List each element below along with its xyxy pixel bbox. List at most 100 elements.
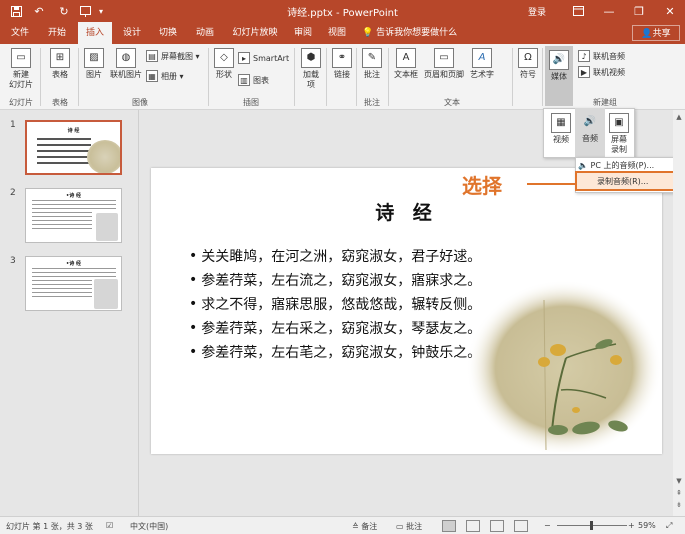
menu-item-pc-audio[interactable]: 🔈 PC 上的音频(P)... xyxy=(578,160,654,171)
ribbon-display-options-icon[interactable] xyxy=(563,0,593,22)
video-button[interactable]: ▦ 视频 xyxy=(548,113,574,145)
film-icon: ▦ xyxy=(551,113,571,133)
tab-insert[interactable]: 插入 xyxy=(78,22,112,44)
ribbon-separator xyxy=(294,48,295,106)
online-audio-button[interactable]: ♪ 联机音频 xyxy=(578,50,625,62)
comment-icon: ✎ xyxy=(362,48,382,68)
tab-home[interactable]: 开始 xyxy=(40,22,74,44)
omega-icon: Ω xyxy=(518,48,538,68)
thumbnail-title: 诗 经 xyxy=(67,128,80,134)
tell-me-text: 告诉我你想要做什么 xyxy=(376,28,458,38)
menu-item-record-audio[interactable]: 录制音频(R)... xyxy=(575,171,679,191)
thumbnail-title: •诗 经 xyxy=(66,261,81,267)
slide-thumbnail[interactable]: •诗 经 xyxy=(25,256,122,311)
zoom-slider-thumb[interactable] xyxy=(590,521,593,530)
slide-thumbnail-pane: 1 诗 经 2 •诗 经 3 •诗 经 xyxy=(0,110,139,516)
chart-button[interactable]: ▥ 图表 xyxy=(238,74,269,86)
title-bar: ↶ ↻ ▾ 诗经.pptx - PowerPoint 登录 — ❐ ✕ xyxy=(0,0,685,22)
wordart-button[interactable]: A 艺术字 xyxy=(468,48,496,80)
new-slide-button[interactable]: ▭ 新建 幻灯片 xyxy=(6,48,36,90)
zoom-out-icon[interactable]: − xyxy=(544,521,551,530)
thumbnail-painting xyxy=(87,140,120,173)
slideshow-view-icon[interactable] xyxy=(514,520,528,532)
textbox-button[interactable]: A 文本框 xyxy=(392,48,420,80)
online-audio-icon: ♪ xyxy=(578,50,590,62)
next-slide-icon[interactable]: ⇟ xyxy=(674,500,684,510)
tab-view[interactable]: 视图 xyxy=(322,22,352,44)
slide-thumbnail[interactable]: •诗 经 xyxy=(25,188,122,243)
tab-slideshow[interactable]: 幻灯片放映 xyxy=(226,22,284,44)
symbol-button[interactable]: Ω 符号 xyxy=(516,48,540,80)
picture-button[interactable]: ▨ 图片 xyxy=(82,48,106,80)
smartart-button[interactable]: ▸ SmartArt xyxy=(238,52,289,64)
scroll-down-icon[interactable]: ▼ xyxy=(674,476,684,486)
slide-canvas[interactable]: 诗 经 • 关关雎鸠，在河之洲，窈窕淑女，君子好逑。 • 参差荇菜，左右流之，窈窕淑… xyxy=(151,168,662,454)
spellcheck-icon[interactable]: ☑ xyxy=(106,521,113,530)
tab-file[interactable]: 文件 xyxy=(4,22,36,44)
thumbnail-text-line xyxy=(32,296,92,297)
online-video-button[interactable]: ▶ 联机视频 xyxy=(578,66,625,78)
comments-button[interactable]: ▭ 批注 xyxy=(396,521,422,532)
tell-me-box[interactable]: 💡 告诉我你想要做什么 xyxy=(362,22,457,44)
addins-button[interactable]: ⬢ 加载 项 xyxy=(298,48,324,90)
thumbnail-text-line xyxy=(32,216,92,217)
vertical-scrollbar[interactable]: ▲ ▼ ⇞ ⇟ xyxy=(673,110,685,516)
lightbulb-icon: 💡 xyxy=(362,28,374,38)
album-label: 相册 xyxy=(161,71,177,81)
table-button[interactable]: ⊞ 表格 xyxy=(46,48,74,80)
share-label: 共享 xyxy=(652,29,671,39)
zoom-level[interactable]: 59% xyxy=(638,521,656,530)
shapes-icon: ◇ xyxy=(214,48,234,68)
media-button[interactable]: 🔊 媒体 xyxy=(545,50,573,82)
link-label: 链接 xyxy=(334,70,350,79)
screen-record-button[interactable]: ▣ 屏幕 录制 xyxy=(606,113,632,155)
slide-thumbnail[interactable]: 诗 经 xyxy=(25,120,122,175)
close-button[interactable]: ✕ xyxy=(655,0,685,22)
restore-button[interactable]: ❐ xyxy=(624,0,654,22)
album-button[interactable]: ▦ 相册 ▾ xyxy=(146,70,184,82)
slide-counter: 幻灯片 第 1 张，共 3 张 xyxy=(6,522,93,531)
share-button[interactable]: 👤共享 xyxy=(632,25,680,41)
screen-record-label-1: 屏幕 xyxy=(611,135,627,144)
audio-button[interactable]: 🔊 音频 xyxy=(575,108,605,158)
flower-painting[interactable] xyxy=(466,280,662,452)
notes-button[interactable]: ≙ 备注 xyxy=(352,521,377,532)
header-footer-icon: ▭ xyxy=(434,48,454,68)
tab-design[interactable]: 设计 xyxy=(116,22,148,44)
table-icon: ⊞ xyxy=(50,48,70,68)
login-link[interactable]: 登录 xyxy=(528,5,546,18)
poem-line-text: 参差荇菜，左右流之，窈窕淑女，寤寐求之。 xyxy=(201,273,482,289)
speaker-icon: 🔊 xyxy=(583,116,597,127)
previous-slide-icon[interactable]: ⇞ xyxy=(674,488,684,498)
thumbnail-text-line xyxy=(37,156,91,158)
slide-title[interactable]: 诗 经 xyxy=(151,198,662,225)
album-icon: ▦ xyxy=(146,70,158,82)
slide-sorter-view-icon[interactable] xyxy=(466,520,480,532)
tab-animations[interactable]: 动画 xyxy=(188,22,222,44)
comment-button[interactable]: ✎ 批注 xyxy=(360,48,384,80)
tab-transitions[interactable]: 切换 xyxy=(152,22,184,44)
zoom-in-icon[interactable]: + xyxy=(628,521,635,530)
fit-to-window-icon[interactable]: ⤢ xyxy=(666,521,672,531)
header-footer-label: 页眉和页脚 xyxy=(424,70,464,79)
thumbnail-painting xyxy=(94,279,118,309)
screenshot-button[interactable]: ▤ 屏幕截图 ▾ xyxy=(146,50,200,62)
new-slide-label-2: 幻灯片 xyxy=(9,80,33,89)
minimize-button[interactable]: — xyxy=(594,0,624,22)
thumbnail-text-line xyxy=(32,288,92,289)
header-footer-button[interactable]: ▭ 页眉和页脚 xyxy=(422,48,466,80)
wordart-icon: A xyxy=(472,48,492,68)
language-indicator[interactable]: 中文(中国) xyxy=(130,521,168,532)
normal-view-icon[interactable] xyxy=(442,520,456,532)
link-button[interactable]: ⚭ 链接 xyxy=(330,48,354,80)
thumbnail-text-line xyxy=(37,162,91,164)
media-label: 媒体 xyxy=(551,72,567,81)
smartart-icon: ▸ xyxy=(238,52,250,64)
scroll-up-icon[interactable]: ▲ xyxy=(674,112,684,122)
reading-view-icon[interactable] xyxy=(490,520,504,532)
shapes-button[interactable]: ◇ 形状 xyxy=(212,48,236,80)
online-picture-button[interactable]: ◍ 联机图片 xyxy=(108,48,144,80)
speaker-icon: 🔊 xyxy=(549,50,569,70)
group-label-slides: 幻灯片 xyxy=(9,98,33,107)
tab-review[interactable]: 审阅 xyxy=(288,22,318,44)
